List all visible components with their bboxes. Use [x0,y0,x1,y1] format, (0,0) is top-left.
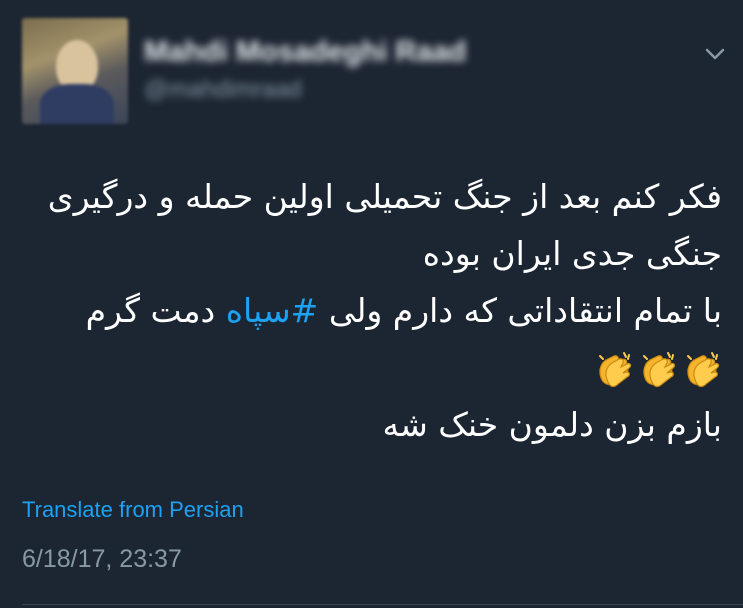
tweet-line: جنگی جدی ایران بوده [422,234,722,273]
clapping-hands-icon [599,351,632,387]
tweet-text-segment: دمت گرم [85,291,226,330]
tweet-text-segment: با تمام انتقاداتی که دارم ولی [318,291,722,330]
display-name[interactable]: Mahdi Mosadeghi Raad [144,36,466,69]
tweet-timestamp[interactable]: 6/18/17, 23:37 [22,545,182,574]
tweet-card: Mahdi Mosadeghi Raad @mahdimraad فکر کنم… [0,0,743,608]
chevron-down-icon[interactable] [704,46,726,62]
tweet-line: فکر کنم بعد از جنگ تحمیلی اولین حمله و د… [47,177,722,216]
tweet-line: با تمام انتقاداتی که دارم ولی #سپاه دمت … [22,282,722,339]
emoji-row [22,339,722,396]
translate-link[interactable]: Translate from Persian [22,497,244,523]
tweet-text: فکر کنم بعد از جنگ تحمیلی اولین حمله و د… [22,168,722,453]
user-handle[interactable]: @mahdimraad [144,76,302,104]
divider [22,604,743,605]
clapping-hands-icon [643,351,676,387]
tweet-line: بازم بزن دلمون خنک شه [382,405,722,444]
avatar-cloak [40,84,114,124]
hashtag-link[interactable]: #سپاه [226,291,319,330]
clapping-hands-icon [687,351,720,387]
avatar[interactable] [22,18,128,124]
